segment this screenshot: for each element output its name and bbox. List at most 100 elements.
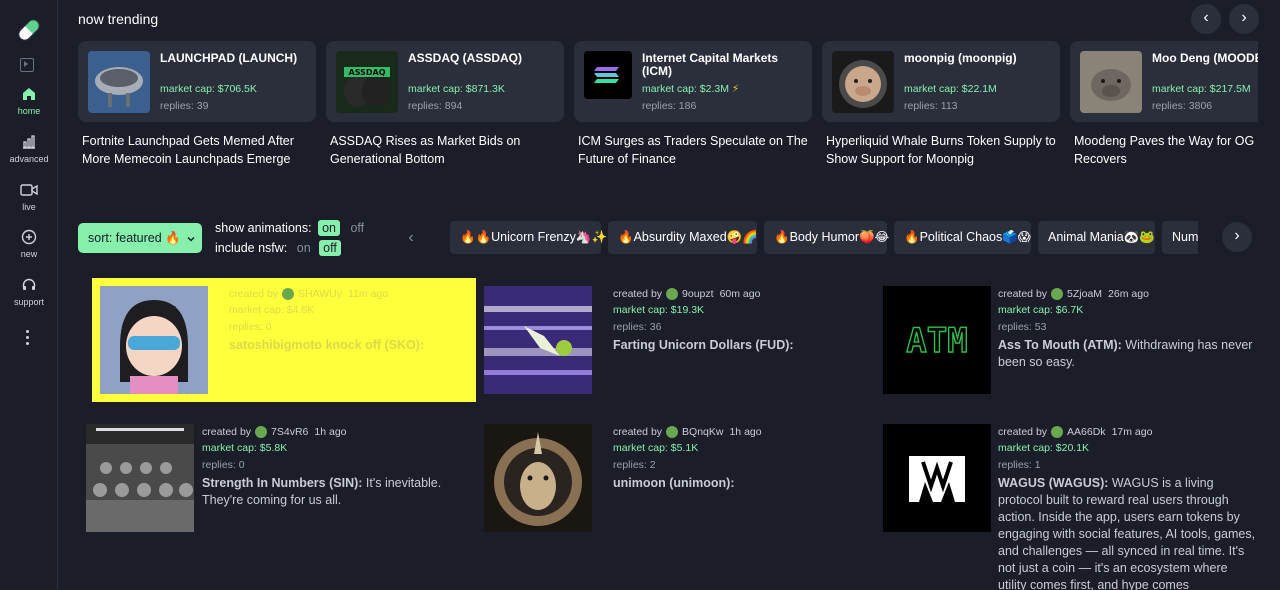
frog-avatar-icon bbox=[1051, 425, 1064, 438]
category-chip[interactable]: 🔥Political Chaos🗳️😱 bbox=[894, 221, 1031, 254]
coin-replies: replies: 1 bbox=[998, 459, 1041, 471]
sidebar-item-home[interactable]: home bbox=[0, 86, 58, 116]
trending-next-button[interactable]: › bbox=[1229, 4, 1259, 34]
include-nsfw-label: include nsfw: bbox=[215, 241, 288, 255]
trending-card[interactable]: Moo Deng (MOODENG) market cap: $217.5M r… bbox=[1070, 41, 1258, 122]
coin-creator-row: created by 7S4vR6 1h ago bbox=[202, 425, 347, 438]
coin-image bbox=[100, 286, 208, 394]
sidebar: home advanced live new support bbox=[0, 0, 58, 590]
animations-on-toggle[interactable]: on bbox=[318, 220, 340, 236]
trending-item[interactable]: ASSDAQ ASSDAQ (ASSDAQ) market cap: $871.… bbox=[326, 41, 564, 168]
coin-image: ATM bbox=[883, 286, 991, 394]
coin-replies: replies: 53 bbox=[998, 321, 1047, 333]
coin-replies: replies: 0 bbox=[229, 321, 272, 333]
frog-avatar-icon bbox=[666, 287, 679, 300]
coin-description: Strength In Numbers (SIN): It's inevitab… bbox=[202, 476, 442, 507]
nsfw-on-toggle[interactable]: on bbox=[295, 240, 313, 256]
coin-creator-row: created by BQnqKw 1h ago bbox=[613, 425, 762, 438]
coin-creator-row: created by 5ZjoaM 26m ago bbox=[998, 287, 1149, 300]
category-next-button[interactable]: › bbox=[1222, 222, 1252, 252]
coin-description: unimoon (unimoon): bbox=[613, 476, 735, 490]
trending-carousel: LAUNCHPAD (LAUNCH) market cap: $706.5K r… bbox=[78, 41, 1258, 171]
trending-card-image bbox=[832, 51, 894, 113]
coin-market-cap: market cap: $5.8K bbox=[202, 442, 288, 454]
more-options-icon[interactable] bbox=[26, 330, 30, 346]
trending-headline[interactable]: Hyperliquid Whale Burns Token Supply to … bbox=[822, 132, 1062, 168]
coin-description: WAGUS (WAGUS): WAGUS is a living protoco… bbox=[998, 476, 1256, 590]
category-chip[interactable]: 🔥🔥Unicorn Frenzy🦄✨ bbox=[450, 221, 607, 254]
coin-card[interactable]: ATM created by 5ZjoaM 26m ago market cap: … bbox=[883, 286, 1258, 396]
show-animations-label: show animations: bbox=[215, 221, 312, 235]
creator-link[interactable]: 7S4vR6 bbox=[271, 426, 308, 438]
trending-card-name: moonpig (moonpig) bbox=[904, 51, 1017, 65]
bar-chart-icon bbox=[23, 135, 35, 149]
trending-item[interactable]: Moo Deng (MOODENG) market cap: $217.5M r… bbox=[1070, 41, 1258, 168]
coin-card[interactable]: created by BQnqKw 1h ago market cap: $5.1K… bbox=[484, 424, 874, 534]
sidebar-item-label: live bbox=[22, 202, 36, 212]
sidebar-item-label: advanced bbox=[9, 154, 49, 164]
trending-prev-button[interactable]: ‹ bbox=[1191, 4, 1221, 34]
category-strip: 🔥🔥Unicorn Frenzy🦄✨ 🔥Absurdity Maxed🤪🌈 🔥B… bbox=[450, 221, 1198, 254]
sort-dropdown[interactable]: sort: featured 🔥 bbox=[78, 223, 202, 253]
coin-replies: replies: 2 bbox=[613, 459, 656, 471]
trending-headline[interactable]: ICM Surges as Traders Speculate on The F… bbox=[574, 132, 814, 168]
trending-card[interactable]: ASSDAQ ASSDAQ (ASSDAQ) market cap: $871.… bbox=[326, 41, 564, 122]
sidebar-item-support[interactable]: support bbox=[0, 277, 58, 307]
headset-icon bbox=[22, 278, 36, 290]
frog-avatar-icon bbox=[666, 425, 679, 438]
category-prev-button[interactable]: ‹ bbox=[396, 224, 426, 254]
trending-card-image: ASSDAQ bbox=[336, 51, 398, 113]
chevron-left-icon: ‹ bbox=[408, 229, 414, 246]
category-chip[interactable]: 🔥Absurdity Maxed🤪🌈 bbox=[608, 221, 758, 254]
coin-card[interactable]: created by SHAWUy 11m ago market cap: $4.8… bbox=[92, 278, 476, 402]
trending-headline[interactable]: ASSDAQ Rises as Market Bids on Generatio… bbox=[326, 132, 566, 168]
trending-headline[interactable]: Fortnite Launchpad Gets Memed After More… bbox=[78, 132, 318, 168]
category-chip[interactable]: 🔥Body Humor🍑😂 bbox=[764, 221, 889, 254]
creator-link[interactable]: 5ZjoaM bbox=[1067, 288, 1102, 300]
trending-item[interactable]: Internet Capital Markets (ICM) market ca… bbox=[574, 41, 812, 168]
creator-link[interactable]: SHAWUy bbox=[298, 288, 342, 300]
video-icon bbox=[20, 184, 38, 196]
coin-image bbox=[883, 424, 991, 532]
trending-card-market-cap: market cap: $217.5M bbox=[1152, 83, 1251, 95]
trending-card[interactable]: moonpig (moonpig) market cap: $22.1M rep… bbox=[822, 41, 1060, 122]
trending-card-replies: replies: 39 bbox=[160, 100, 209, 112]
home-icon bbox=[23, 88, 35, 100]
sidebar-item-label: home bbox=[17, 106, 41, 116]
sort-label: sort: featured 🔥 bbox=[88, 231, 181, 245]
pill-logo-icon[interactable] bbox=[15, 16, 43, 44]
trending-card-replies: replies: 186 bbox=[642, 100, 697, 112]
creator-link[interactable]: BQnqKw bbox=[682, 426, 723, 438]
sidebar-item-advanced[interactable]: advanced bbox=[0, 134, 58, 164]
trending-item[interactable]: LAUNCHPAD (LAUNCH) market cap: $706.5K r… bbox=[78, 41, 316, 168]
coin-image bbox=[484, 424, 592, 532]
coin-replies: replies: 0 bbox=[202, 459, 245, 471]
creator-link[interactable]: AA66Dk bbox=[1067, 426, 1106, 438]
sidebar-collapse-icon[interactable] bbox=[20, 58, 34, 72]
trending-card[interactable]: Internet Capital Markets (ICM) market ca… bbox=[574, 41, 812, 122]
category-chip[interactable]: Num bbox=[1162, 221, 1198, 254]
trending-item[interactable]: moonpig (moonpig) market cap: $22.1M rep… bbox=[822, 41, 1060, 168]
sidebar-item-new[interactable]: new bbox=[0, 229, 58, 259]
chevron-right-icon: › bbox=[1241, 9, 1247, 26]
trending-headline[interactable]: Moodeng Paves the Way for OG C Market Re… bbox=[1070, 132, 1258, 168]
coin-market-cap: market cap: $4.8K bbox=[229, 304, 315, 316]
nsfw-off-toggle[interactable]: off bbox=[319, 240, 341, 256]
trending-card[interactable]: LAUNCHPAD (LAUNCH) market cap: $706.5K r… bbox=[78, 41, 316, 122]
animations-off-toggle[interactable]: off bbox=[348, 220, 366, 236]
creator-link[interactable]: 9oupzt bbox=[682, 288, 714, 300]
trending-card-name: LAUNCHPAD (LAUNCH) bbox=[160, 51, 298, 65]
sidebar-item-live[interactable]: live bbox=[0, 182, 58, 212]
coin-card[interactable]: created by 7S4vR6 1h ago market cap: $5.8K… bbox=[86, 424, 476, 534]
plus-circle-icon bbox=[21, 229, 37, 245]
frog-avatar-icon bbox=[282, 287, 295, 300]
coin-card[interactable]: created by AA66Dk 17m ago market cap: $20.… bbox=[883, 424, 1258, 590]
coin-creator-row: created by 9oupzt 60m ago bbox=[613, 287, 761, 300]
coin-info: created by AA66Dk 17m ago market cap: $20.… bbox=[998, 424, 1256, 590]
trending-card-market-cap: market cap: $706.5K bbox=[160, 83, 257, 95]
coin-card[interactable]: created by 9oupzt 60m ago market cap: $19.… bbox=[484, 286, 874, 396]
coin-description: satoshibigmoto knock off (SKO): bbox=[229, 338, 425, 352]
category-chip[interactable]: Animal Mania🐼🐸 bbox=[1038, 221, 1155, 254]
svg-text:ASSDAQ: ASSDAQ bbox=[349, 68, 386, 77]
chevron-down-icon bbox=[187, 236, 195, 242]
